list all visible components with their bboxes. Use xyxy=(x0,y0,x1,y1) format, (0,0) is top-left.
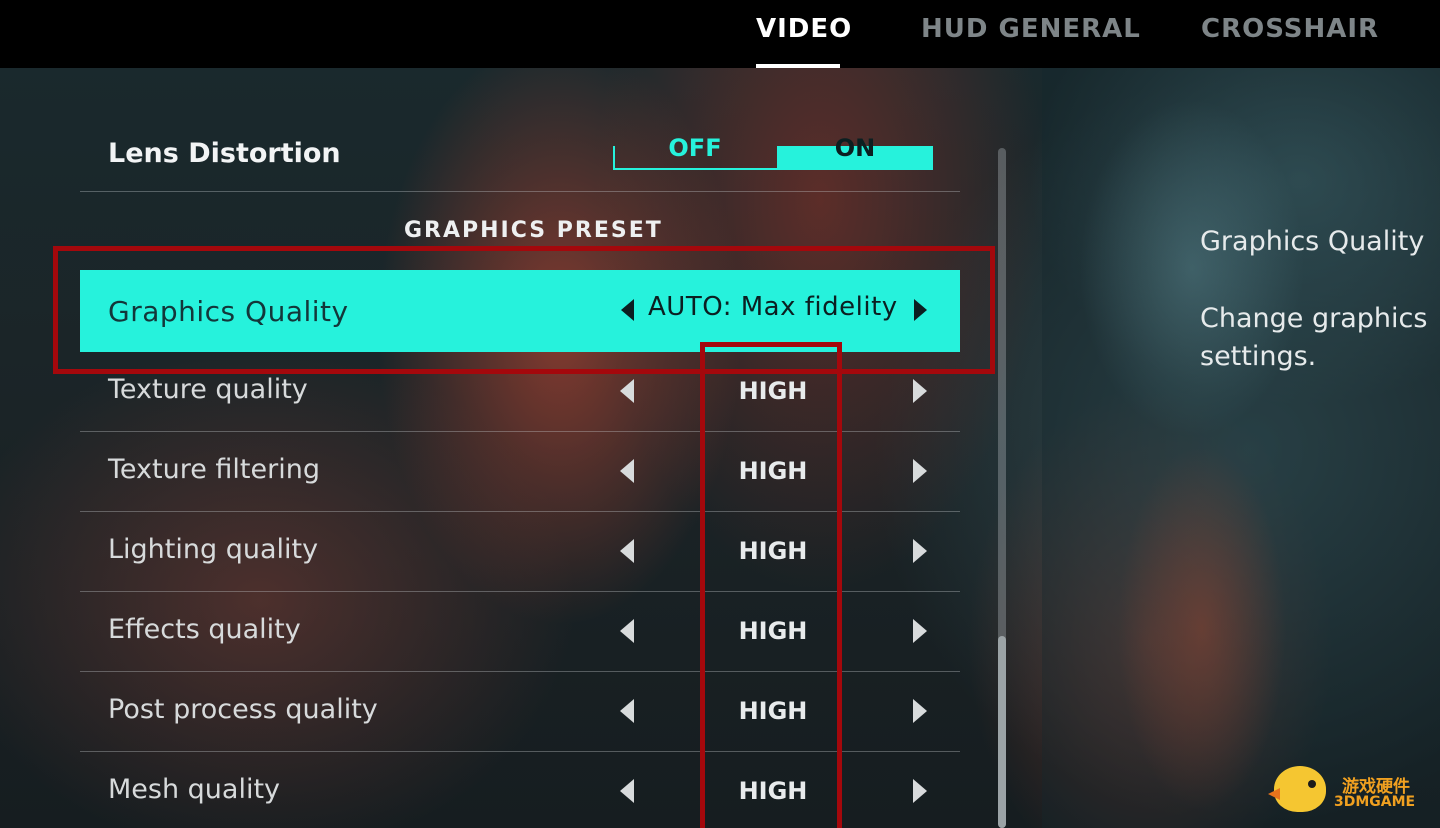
arrow-left-icon[interactable] xyxy=(620,379,634,403)
watermark-brand: 3DMGAME xyxy=(1334,794,1416,810)
arrow-left-icon[interactable] xyxy=(620,539,634,563)
section-heading: GRAPHICS PRESET xyxy=(404,218,663,243)
arrow-right-icon[interactable] xyxy=(913,619,927,643)
top-tab-bar: VIDEO HUD GENERAL CROSSHAIR xyxy=(0,0,1440,68)
description-title: Graphics Quality xyxy=(1200,226,1425,257)
settings-screen: VIDEO HUD GENERAL CROSSHAIR Lens Distort… xyxy=(0,0,1440,828)
lens-distortion-toggle[interactable]: OFF ON xyxy=(613,134,933,170)
lens-distortion-label: Lens Distortion xyxy=(108,138,341,169)
description-body: Change graphics settings. xyxy=(1200,303,1428,372)
bird-mascot-icon xyxy=(1268,766,1326,812)
setting-label: Effects quality xyxy=(108,614,301,645)
arrow-right-icon[interactable] xyxy=(913,699,927,723)
toggle-on-option[interactable]: ON xyxy=(775,134,935,162)
watermark-logo: 游戏硬件 3DMGAME xyxy=(1268,762,1440,822)
arrow-right-icon[interactable] xyxy=(913,779,927,803)
setting-label: Lighting quality xyxy=(108,534,319,565)
tab-hud-general[interactable]: HUD GENERAL xyxy=(921,14,1141,44)
highlight-box-values xyxy=(700,342,842,828)
row-divider xyxy=(80,191,960,192)
setting-label: Texture quality xyxy=(108,374,308,405)
arrow-left-icon[interactable] xyxy=(620,459,634,483)
tab-video[interactable]: VIDEO xyxy=(756,14,852,44)
setting-label: Post process quality xyxy=(108,694,378,725)
arrow-right-icon[interactable] xyxy=(913,539,927,563)
setting-label: Mesh quality xyxy=(108,774,281,805)
setting-label: Texture filtering xyxy=(108,454,320,485)
tab-crosshair[interactable]: CROSSHAIR xyxy=(1201,14,1379,44)
scrollbar-thumb[interactable] xyxy=(998,636,1006,828)
arrow-right-icon[interactable] xyxy=(913,459,927,483)
active-tab-indicator xyxy=(756,64,840,68)
bird-eye xyxy=(1308,780,1316,788)
highlight-box-graphics-quality xyxy=(53,246,995,374)
arrow-left-icon[interactable] xyxy=(620,619,634,643)
arrow-left-icon[interactable] xyxy=(620,699,634,723)
arrow-right-icon[interactable] xyxy=(913,379,927,403)
toggle-off-option[interactable]: OFF xyxy=(615,134,775,162)
arrow-left-icon[interactable] xyxy=(620,779,634,803)
preview-background xyxy=(1042,68,1440,828)
bird-beak xyxy=(1268,788,1280,800)
